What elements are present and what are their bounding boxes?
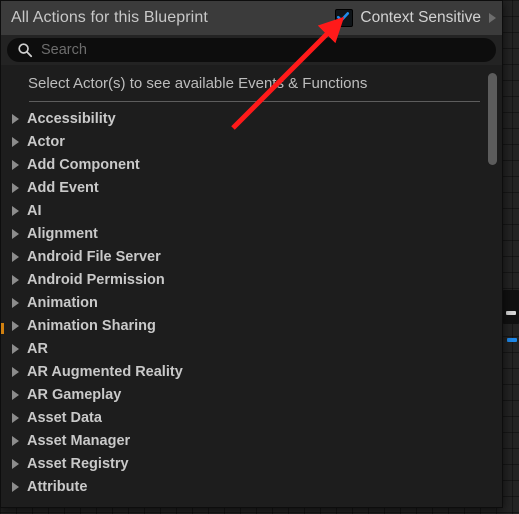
search-input[interactable] xyxy=(41,42,486,58)
expand-triangle-icon[interactable] xyxy=(12,481,19,492)
list-item[interactable]: Android File Server xyxy=(1,245,502,268)
expand-triangle-icon[interactable] xyxy=(12,113,19,124)
context-sensitive-checkbox[interactable] xyxy=(335,9,354,27)
expand-triangle-icon[interactable] xyxy=(12,320,19,331)
list-item-label: AR Gameplay xyxy=(27,386,122,403)
action-list: Select Actor(s) to see available Events … xyxy=(1,65,502,507)
list-item-label: Animation Sharing xyxy=(27,317,156,334)
list-item-label: Android File Server xyxy=(27,248,161,265)
expand-triangle-icon[interactable] xyxy=(12,228,19,239)
list-item-label: AR Augmented Reality xyxy=(27,363,183,380)
menu-header: All Actions for this Blueprint Context S… xyxy=(1,1,502,35)
list-item[interactable]: Add Event xyxy=(1,176,502,199)
list-item[interactable]: Attribute xyxy=(1,475,502,498)
header-right-group: Context Sensitive xyxy=(335,9,498,27)
list-item[interactable]: Animation xyxy=(1,291,502,314)
list-item[interactable]: Asset Data xyxy=(1,406,502,429)
list-item-label: Asset Manager xyxy=(27,432,131,449)
list-item[interactable]: Alignment xyxy=(1,222,502,245)
expand-triangle-icon[interactable] xyxy=(12,251,19,262)
separator xyxy=(29,101,480,102)
list-item-label: Animation xyxy=(27,294,98,311)
list-item[interactable]: AR xyxy=(1,337,502,360)
list-item-label: Asset Registry xyxy=(27,455,129,472)
list-item-label: Add Component xyxy=(27,156,140,173)
list-item[interactable]: Add Component xyxy=(1,153,502,176)
expand-triangle-icon[interactable] xyxy=(12,343,19,354)
list-item-label: Attribute xyxy=(27,478,88,495)
list-item[interactable]: Asset Manager xyxy=(1,429,502,452)
list-item[interactable]: Asset Registry xyxy=(1,452,502,475)
vertical-scrollbar[interactable] xyxy=(488,68,497,504)
page-title: All Actions for this Blueprint xyxy=(11,9,208,26)
context-sensitive-label[interactable]: Context Sensitive xyxy=(360,9,481,27)
expand-triangle-icon[interactable] xyxy=(12,274,19,285)
expand-triangle-icon[interactable] xyxy=(12,136,19,147)
list-item[interactable]: AI xyxy=(1,199,502,222)
expand-triangle-icon[interactable] xyxy=(12,182,19,193)
hint-block: Select Actor(s) to see available Events … xyxy=(1,67,502,102)
list-item-label: AR xyxy=(27,340,48,357)
expand-triangle-icon[interactable] xyxy=(12,297,19,308)
expand-triangle-icon[interactable] xyxy=(12,458,19,469)
list-item-label: Actor xyxy=(27,133,65,150)
expand-triangle-icon[interactable] xyxy=(12,366,19,377)
category-tree: Accessibility Actor Add Component Add Event… xyxy=(1,107,502,498)
checkmark-icon xyxy=(337,12,350,22)
scrollbar-thumb[interactable] xyxy=(488,73,497,165)
list-item[interactable]: Accessibility xyxy=(1,107,502,130)
empty-state-hint: Select Actor(s) to see available Events … xyxy=(28,75,368,92)
expand-triangle-icon[interactable] xyxy=(12,389,19,400)
list-item-label: AI xyxy=(27,202,42,219)
chevron-right-icon[interactable] xyxy=(489,13,496,23)
list-item-label: Accessibility xyxy=(27,110,116,127)
graph-node xyxy=(503,290,519,324)
expand-triangle-icon[interactable] xyxy=(12,205,19,216)
search-row xyxy=(1,35,502,65)
list-item-label: Alignment xyxy=(27,225,98,242)
list-item[interactable]: Actor xyxy=(1,130,502,153)
expand-triangle-icon[interactable] xyxy=(12,412,19,423)
left-edge-marker xyxy=(1,323,4,334)
graph-node-pin-white xyxy=(506,311,516,315)
list-item-label: Android Permission xyxy=(27,271,165,288)
list-item[interactable]: Animation Sharing xyxy=(1,314,502,337)
list-item[interactable]: Android Permission xyxy=(1,268,502,291)
list-item[interactable]: AR Gameplay xyxy=(1,383,502,406)
list-item-label: Asset Data xyxy=(27,409,102,426)
list-item-label: Add Event xyxy=(27,179,99,196)
search-box[interactable] xyxy=(7,38,496,62)
list-item[interactable]: AR Augmented Reality xyxy=(1,360,502,383)
expand-triangle-icon[interactable] xyxy=(12,435,19,446)
blueprint-action-menu: All Actions for this Blueprint Context S… xyxy=(0,0,503,508)
expand-triangle-icon[interactable] xyxy=(12,159,19,170)
graph-node-pin-blue xyxy=(507,338,517,342)
search-icon xyxy=(18,43,33,58)
